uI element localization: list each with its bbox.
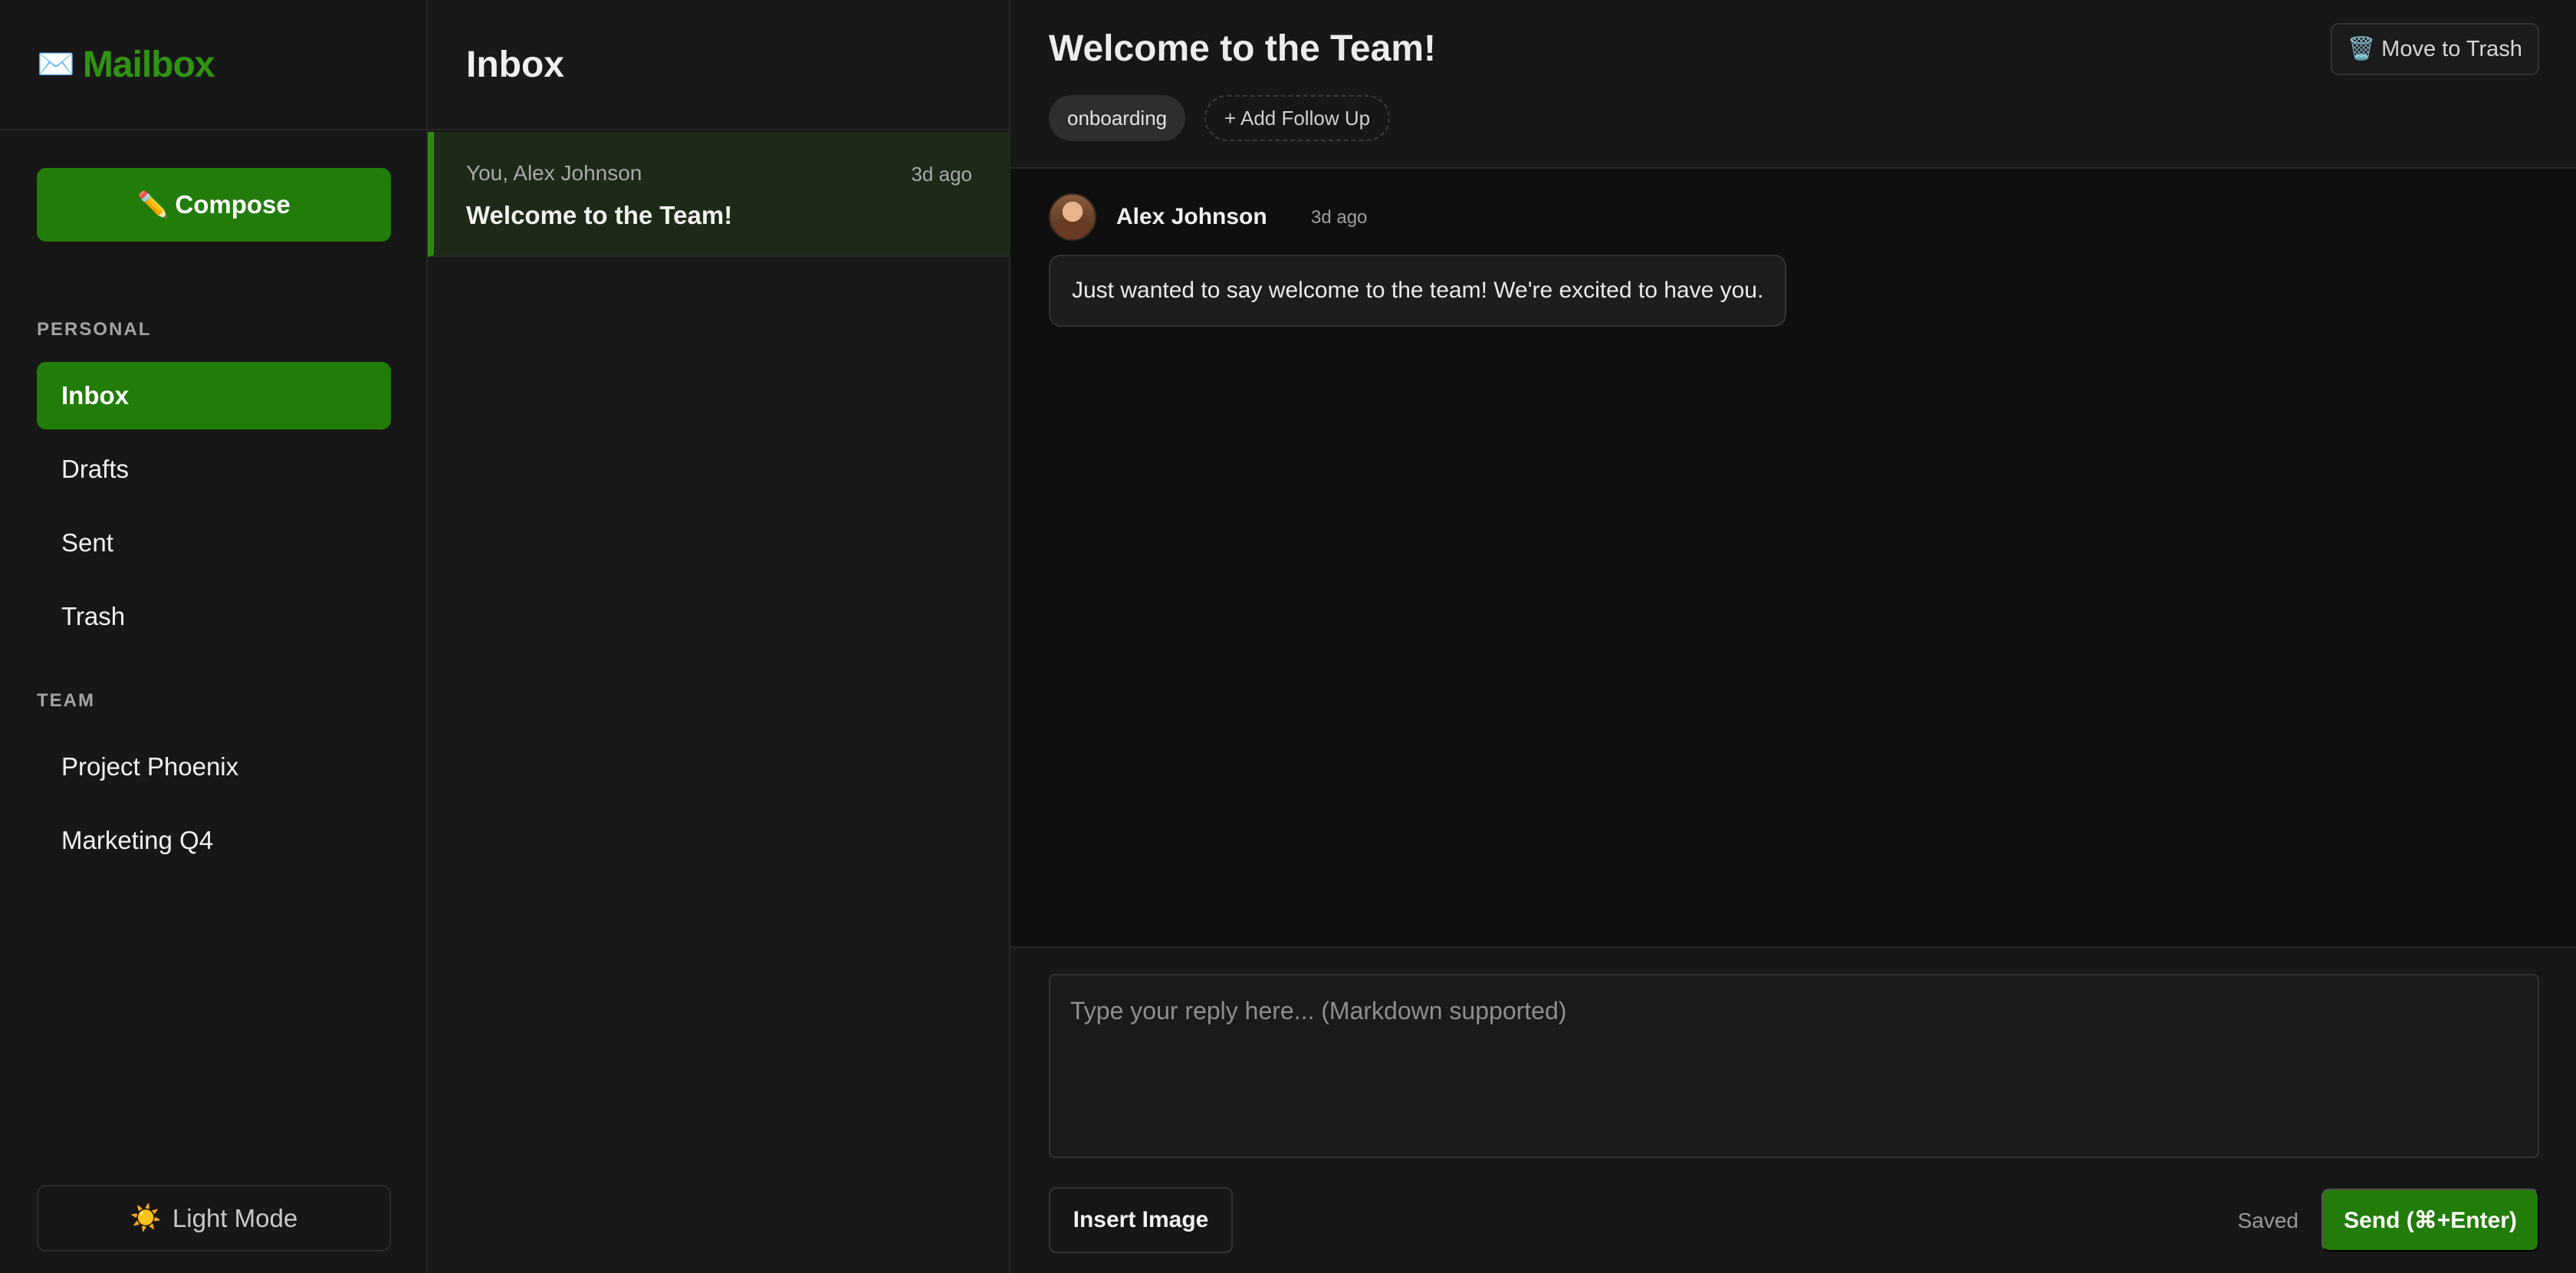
list-title: Inbox: [466, 44, 564, 85]
sidebar-item-inbox[interactable]: Inbox: [37, 362, 391, 429]
compose-label: Compose: [175, 190, 291, 219]
send-button[interactable]: Send (⌘+Enter): [2321, 1189, 2539, 1252]
mail-app: ✉️ Mailbox ✏️ Compose PERSONAL Inbox Dra…: [0, 0, 2576, 1273]
pencil-icon: ✏️: [137, 189, 169, 219]
reply-input[interactable]: [1049, 974, 2539, 1158]
section-label-team: TEAM: [37, 690, 95, 711]
sidebar-item-project-phoenix[interactable]: Project Phoenix: [37, 733, 391, 801]
thread-time: 3d ago: [911, 163, 972, 186]
move-to-trash-label: Move to Trash: [2381, 36, 2522, 61]
sidebar-item-marketing-q4[interactable]: Marketing Q4: [37, 807, 391, 874]
move-to-trash-button[interactable]: 🗑️ Move to Trash: [2331, 23, 2539, 75]
envelope-icon: ✉️: [37, 48, 75, 81]
insert-image-button[interactable]: Insert Image: [1049, 1187, 1233, 1253]
light-mode-label: Light Mode: [172, 1203, 298, 1232]
list-header: Inbox: [428, 0, 1009, 130]
message-detail-pane: Welcome to the Team! 🗑️ Move to Trash on…: [1010, 0, 2576, 1273]
message-time: 3d ago: [1311, 207, 1368, 228]
save-status: Saved: [2237, 1209, 2298, 1232]
sidebar: ✉️ Mailbox ✏️ Compose PERSONAL Inbox Dra…: [0, 0, 428, 1273]
reply-area: Insert Image Saved Send (⌘+Enter): [1010, 946, 2576, 1273]
light-mode-toggle[interactable]: ☀️ Light Mode: [37, 1185, 391, 1252]
sidebar-item-trash[interactable]: Trash: [37, 583, 391, 650]
detail-header: Welcome to the Team! 🗑️ Move to Trash on…: [1010, 0, 2576, 169]
thread-participants: You, Alex Johnson: [466, 161, 642, 185]
trash-icon: 🗑️: [2348, 37, 2376, 61]
message-body: Just wanted to say welcome to the team! …: [1049, 255, 1787, 327]
tag-onboarding[interactable]: onboarding: [1049, 95, 1186, 141]
sidebar-item-sent[interactable]: Sent: [37, 509, 391, 577]
brand-title: Mailbox: [82, 44, 215, 85]
brand: ✉️ Mailbox: [0, 0, 426, 130]
avatar: [1049, 193, 1096, 241]
compose-button[interactable]: ✏️ Compose: [37, 168, 391, 242]
detail-subject: Welcome to the Team!: [1049, 28, 1436, 69]
message-list-pane: Inbox You, Alex Johnson 3d ago Welcome t…: [428, 0, 1010, 1273]
add-follow-up-button[interactable]: + Add Follow Up: [1204, 95, 1391, 141]
thread-subject: Welcome to the Team!: [466, 201, 733, 229]
thread-item[interactable]: You, Alex Johnson 3d ago Welcome to the …: [428, 132, 1009, 257]
sender-name: Alex Johnson: [1116, 204, 1267, 229]
sidebar-item-drafts[interactable]: Drafts: [37, 436, 391, 503]
sun-icon: ☀️: [130, 1203, 162, 1232]
section-label-personal: PERSONAL: [37, 319, 152, 340]
